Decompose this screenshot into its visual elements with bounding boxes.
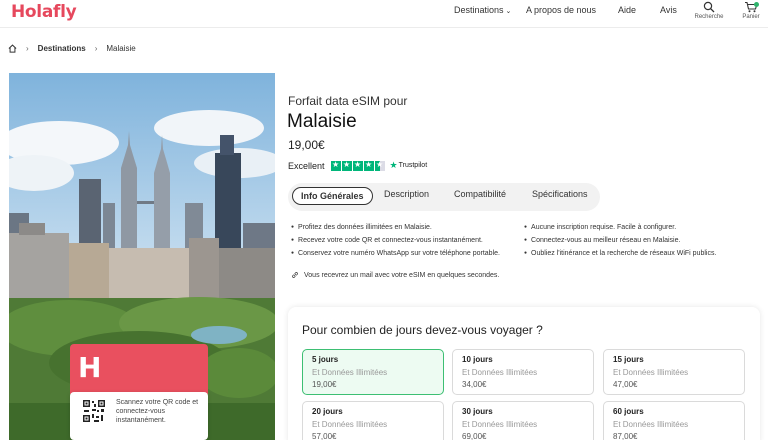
feature-item: Recevez votre code QR et connectez-vous … [291,234,500,247]
breadcrumb-separator-icon: › [26,44,29,53]
plan-price: 47,00€ [613,380,638,389]
cart-badge [754,2,759,7]
plan-price: 19,00€ [312,380,337,389]
qr-promo-card: H Scannez votre QR code et connectez-vou… [70,344,208,440]
link-icon [292,272,298,278]
trustpilot-star-icon: ★ [389,160,398,170]
plan-option-10-days[interactable]: 10 jours Et Données Illimitées 34,00€ [452,349,594,395]
plan-option-5-days[interactable]: 5 jours Et Données Illimitées 19,00€ [302,349,444,395]
site-header: Holafly Destinations ⌄ A propos de nous A… [0,0,768,28]
features-list-right: Aucune inscription requise. Facile à con… [524,221,716,260]
promo-text: Scannez votre QR code et connectez-vous … [116,399,199,424]
nav-reviews[interactable]: Avis [660,5,677,15]
search-icon [703,1,715,13]
product-tabs: Info Générales Description Compatibilité… [288,183,600,211]
breadcrumb: › Destinations › Malaisie [8,44,136,53]
feature-item: Connectez-vous au meilleur réseau en Mal… [524,234,716,247]
plan-days: 15 jours [613,355,644,364]
home-icon [8,44,17,53]
nav-destinations[interactable]: Destinations ⌄ [454,5,511,15]
star-icon: ★ [330,159,341,171]
chevron-down-icon: ⌄ [505,8,512,15]
tab-info-generales[interactable]: Info Générales [292,187,373,205]
qr-code-icon [82,399,106,423]
plan-price: 57,00€ [312,432,337,440]
plan-data: Et Données Illimitées [312,420,388,429]
plan-days: 20 jours [312,407,343,416]
plan-price: 87,00€ [613,432,638,440]
half-star-icon: ★ [374,159,385,171]
rating-label: Excellent [288,160,325,171]
star-icon: ★ [352,159,363,171]
plan-option-30-days[interactable]: 30 jours Et Données Illimitées 69,00€ [452,401,594,440]
tab-specifications[interactable]: Spécifications [532,189,588,199]
breadcrumb-destinations[interactable]: Destinations [38,44,86,53]
trustpilot-logo: Trustpilot [398,162,428,169]
plan-option-60-days[interactable]: 60 jours Et Données Illimitées 87,00€ [603,401,745,440]
breadcrumb-separator-icon: › [94,44,98,53]
trustpilot-rating[interactable]: Excellent ★ ★ ★ ★ ★ ★ Trustpilot [288,160,427,171]
days-title: Pour combien de jours devez-vous voyager… [302,323,543,337]
plan-price: 69,00€ [462,432,487,440]
search-label: Recherche [694,14,724,20]
plan-option-20-days[interactable]: 20 jours Et Données Illimitées 57,00€ [302,401,444,440]
breadcrumb-home[interactable] [8,44,17,53]
plan-price: 34,00€ [462,380,487,389]
rating-stars: ★ ★ ★ ★ ★ [330,159,386,171]
plan-data: Et Données Illimitées [312,368,388,377]
esim-email-notice: Vous recevrez un mail avec votre eSIM en… [291,271,499,279]
page-title: Malaisie [287,111,357,132]
tab-compatibilite[interactable]: Compatibilité [454,189,506,199]
plan-data: Et Données Illimitées [613,420,689,429]
nav-help[interactable]: Aide [618,5,636,15]
plan-days: 10 jours [462,355,493,364]
breadcrumb-current: Malaisie [106,44,136,53]
feature-item: Profitez des données illimitées en Malai… [291,221,500,234]
plan-days: 5 jours [312,355,339,364]
plan-data: Et Données Illimitées [462,420,538,429]
plan-option-15-days[interactable]: 15 jours Et Données Illimitées 47,00€ [603,349,745,395]
plan-days: 60 jours [613,407,644,416]
feature-item: Oubliez l'itinérance et la recherche de … [524,247,716,260]
holafly-mark-logo: H [78,351,102,384]
search-button[interactable]: Recherche [692,1,726,20]
promo-banner: H [70,344,208,394]
tab-description[interactable]: Description [384,189,429,199]
plan-data: Et Données Illimitées [462,368,538,377]
notice-text: Vous recevrez un mail avec votre eSIM en… [304,271,500,279]
features-list-left: Profitez des données illimitées en Malai… [291,221,500,260]
promo-info: Scannez votre QR code et connectez-vous … [70,392,208,440]
nav-about[interactable]: A propos de nous [526,5,596,15]
product-price: 19,00€ [288,138,325,152]
star-icon: ★ [341,159,352,171]
feature-item: Aucune inscription requise. Facile à con… [524,221,716,234]
holafly-logo[interactable]: Holafly [11,2,77,22]
plan-days: 30 jours [462,407,493,416]
plan-data: Et Données Illimitées [613,368,689,377]
feature-item: Conservez votre numéro WhatsApp sur votr… [291,247,500,260]
product-subtitle: Forfait data eSIM pour [288,94,408,108]
nav-destinations-label: Destinations [454,5,504,15]
cart-button[interactable]: Panier [734,1,768,20]
star-icon: ★ [363,159,374,171]
days-selector-card: Pour combien de jours devez-vous voyager… [288,307,760,440]
cart-label: Panier [742,14,760,20]
